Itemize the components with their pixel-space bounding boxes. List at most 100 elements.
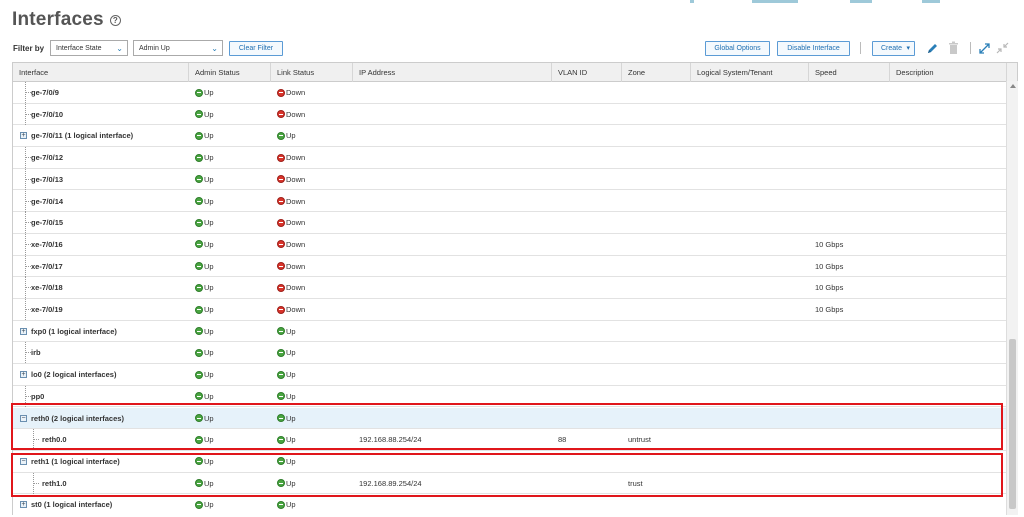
table-row[interactable]: + ge-7/0/11 (1 logical interface) Up Up (13, 125, 1006, 148)
edit-icon[interactable] (926, 41, 939, 55)
link-status-text: Down (286, 218, 306, 228)
cell-speed: 10 Gbps (815, 283, 844, 293)
cell-link-status: Down (277, 191, 305, 212)
table-row[interactable]: xe-7/0/18 Up Down 10 Gbps (13, 277, 1006, 299)
cell-speed: 10 Gbps (815, 239, 844, 249)
table-row[interactable]: ge-7/0/14 Up Down (13, 190, 1006, 213)
cell-interface[interactable]: xe-7/0/16 (31, 234, 63, 255)
global-options-button[interactable]: Global Options (705, 41, 770, 56)
cell-interface[interactable]: xe-7/0/19 (31, 299, 63, 320)
link-status-text: Down (286, 305, 306, 314)
disable-interface-button[interactable]: Disable Interface (777, 41, 850, 56)
column-header-ip-address[interactable]: IP Address (353, 63, 552, 82)
column-header-admin-status[interactable]: Admin Status (189, 63, 271, 82)
table-row[interactable]: xe-7/0/17 Up Down 10 Gbps (13, 255, 1006, 278)
create-button[interactable]: Create ▾ (872, 41, 915, 56)
cell-interface[interactable]: xe-7/0/17 (31, 256, 63, 277)
cell-interface[interactable]: ge-7/0/12 (31, 147, 63, 168)
status-up-icon (195, 153, 203, 162)
cell-admin-status: Up (195, 82, 214, 103)
column-header-logical-system[interactable]: Logical System/Tenant (691, 63, 809, 82)
status-up-icon (195, 218, 203, 227)
status-up-icon (277, 131, 285, 140)
cell-link-status: Down (277, 256, 305, 277)
column-header-speed[interactable]: Speed (809, 63, 890, 82)
status-up-icon (195, 327, 203, 336)
status-up-icon (277, 392, 285, 401)
status-up-icon (195, 283, 203, 292)
table-row[interactable]: ge-7/0/9 Up Down (13, 82, 1006, 104)
column-header-interface[interactable]: Interface (13, 63, 189, 82)
cell-interface[interactable]: xe-7/0/18 (31, 277, 63, 298)
vertical-scrollbar[interactable] (1006, 81, 1018, 515)
expand-icon[interactable] (978, 41, 991, 55)
column-header-link-status[interactable]: Link Status (271, 63, 353, 82)
expand-toggle-icon[interactable]: + (20, 371, 27, 379)
column-header-vlan-id[interactable]: VLAN ID (552, 63, 622, 82)
top-nav-links[interactable] (690, 0, 1024, 5)
cell-interface[interactable]: ge-7/0/11 (1 logical interface) (31, 125, 133, 146)
help-icon[interactable]: ? (109, 14, 121, 26)
create-label: Create (881, 45, 903, 52)
table-row[interactable]: + fxp0 (1 logical interface) Up Up (13, 321, 1006, 343)
table-row[interactable]: + st0 (1 logical interface) Up Up (13, 494, 1006, 515)
table-row[interactable]: ge-7/0/10 Up Down (13, 103, 1006, 126)
delete-icon[interactable] (947, 41, 960, 55)
cell-interface[interactable]: ge-7/0/9 (31, 82, 59, 103)
table-row[interactable]: + lo0 (2 logical interfaces) Up Up (13, 364, 1006, 386)
table-row[interactable]: xe-7/0/19 Up Down 10 Gbps (13, 299, 1006, 321)
scrollbar-thumb[interactable] (1009, 339, 1016, 509)
admin-status-text: Up (204, 218, 214, 228)
expand-toggle-icon[interactable]: + (20, 501, 27, 509)
status-up-icon (277, 327, 285, 336)
link-status-text: Down (286, 196, 306, 206)
status-up-icon (277, 500, 285, 509)
link-status-text: Down (286, 174, 306, 184)
filter-field-select[interactable]: Interface State ⌄ (50, 40, 128, 56)
filter-state-select[interactable]: Admin Up ⌄ (133, 40, 223, 56)
status-up-icon (195, 240, 203, 249)
highlight-box-reth0 (11, 403, 1003, 450)
table-row[interactable]: xe-7/0/16 Up Down 10 Gbps (13, 233, 1006, 256)
cell-admin-status: Up (195, 169, 214, 190)
link-status-text: Down (286, 109, 306, 119)
status-up-icon (195, 131, 203, 140)
table-row[interactable]: ge-7/0/12 Up Down (13, 147, 1006, 169)
cell-interface[interactable]: st0 (1 logical interface) (31, 494, 112, 515)
toolbar-divider (970, 42, 971, 54)
expand-toggle-icon[interactable]: + (20, 327, 27, 335)
cell-admin-status: Up (195, 299, 214, 320)
cell-admin-status: Up (195, 342, 214, 363)
expand-toggle-icon[interactable]: + (20, 132, 27, 140)
column-header-zone[interactable]: Zone (622, 63, 691, 82)
table-row[interactable]: irb Up Up (13, 342, 1006, 365)
cell-interface[interactable]: ge-7/0/14 (31, 191, 63, 212)
column-header-description[interactable]: Description (890, 63, 1007, 82)
status-down-icon (277, 88, 285, 97)
cell-admin-status: Up (195, 104, 214, 125)
cell-link-status: Down (277, 147, 305, 168)
link-status-text: Down (286, 153, 306, 163)
cell-interface[interactable]: lo0 (2 logical interfaces) (31, 364, 116, 385)
cell-interface[interactable]: fxp0 (1 logical interface) (31, 321, 117, 342)
cell-link-status: Down (277, 277, 305, 298)
status-down-icon (277, 110, 285, 119)
table-row[interactable]: ge-7/0/13 Up Down (13, 168, 1006, 191)
table-row[interactable]: ge-7/0/15 Up Down (13, 212, 1006, 234)
admin-status-text: Up (204, 239, 214, 249)
cell-interface[interactable]: irb (31, 342, 41, 363)
cell-link-status: Up (277, 321, 296, 342)
cell-interface[interactable]: ge-7/0/13 (31, 169, 63, 190)
cell-interface[interactable]: ge-7/0/15 (31, 212, 63, 233)
chevron-down-icon: ⌄ (116, 44, 123, 53)
clear-filter-button[interactable]: Clear Filter (229, 41, 283, 56)
cell-admin-status: Up (195, 277, 214, 298)
cell-link-status: Down (277, 212, 305, 233)
cell-link-status: Down (277, 82, 305, 103)
collapse-icon[interactable] (996, 41, 1009, 55)
table-header: Interface Admin Status Link Status IP Ad… (13, 63, 1017, 82)
filter-state-value: Admin Up (139, 45, 170, 52)
scroll-up-arrow-icon[interactable] (1010, 84, 1016, 88)
cell-interface[interactable]: ge-7/0/10 (31, 104, 63, 125)
cell-admin-status: Up (195, 191, 214, 212)
